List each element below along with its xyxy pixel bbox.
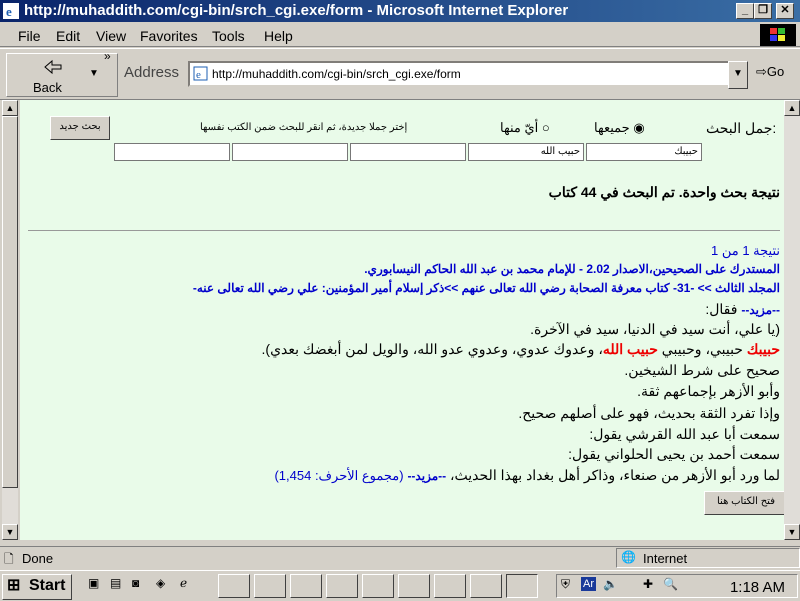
back-button[interactable]: Back ▼ [6, 53, 118, 97]
radio-empty-icon[interactable]: ○ [542, 120, 550, 135]
windows-start-icon: ⊞ [7, 577, 21, 594]
taskbar-app[interactable] [398, 574, 430, 598]
taskbar-app[interactable] [434, 574, 466, 598]
menu-file[interactable]: File [18, 28, 41, 44]
globe-icon: 🌐 [621, 550, 636, 564]
page-icon: e [193, 66, 208, 81]
chevron-more-icon[interactable]: » [104, 49, 111, 63]
menu-tools[interactable]: Tools [212, 28, 245, 44]
search-hint: إختر جملا جديدة، ثم انقر للبحث ضمن الكتب… [200, 122, 408, 133]
taskbar-app[interactable] [326, 574, 358, 598]
ie-quicklaunch-icon[interactable]: ℯ [180, 576, 198, 594]
result-line: وإذا تفرد الثقة بحديث، فهو على أصلهم صحي… [518, 405, 780, 421]
address-label: Address [124, 64, 180, 81]
menu-view[interactable]: View [96, 28, 126, 44]
menu-help[interactable]: Help [264, 28, 293, 44]
taskbar-app-active[interactable] [506, 574, 538, 598]
tray-icon[interactable]: ✚ [643, 577, 653, 591]
system-tray: ⛨ Ar 🔈 ✚ 🔍 1:18 AM [556, 574, 798, 598]
address-dropdown-button[interactable]: ▼ [728, 61, 748, 89]
left-scroll-down-icon[interactable]: ▼ [2, 524, 18, 540]
more-link[interactable]: --مزيد-- [741, 303, 780, 317]
char-count: (مجموع الأحرف: 1,454) [274, 468, 404, 483]
result-line: سمعت أبا عبد الله القرشي يقول: [589, 426, 780, 442]
go-button[interactable]: ⇨Go [756, 64, 784, 80]
taskbar-app[interactable] [470, 574, 502, 598]
quicklaunch-icon[interactable]: ▣ [88, 576, 106, 594]
magnifier-icon[interactable]: 🔍 [663, 577, 678, 591]
more-link-2[interactable]: --مزيد-- [407, 469, 446, 483]
book-path-link[interactable]: المجلد الثالث >> -31- كتاب معرفة الصحابة… [20, 281, 780, 295]
status-text: Done [22, 551, 54, 566]
taskbar-app[interactable] [218, 574, 250, 598]
quicklaunch-icon[interactable]: ◈ [156, 576, 174, 594]
window-title: http://muhaddith.com/cgi-bin/srch_cgi.ex… [24, 2, 569, 19]
status-bar: 🗋 Done 🌐 Internet [0, 546, 800, 569]
close-button[interactable]: ✕ [776, 3, 794, 19]
menu-bar: File Edit View Favorites Tools Help [0, 24, 800, 47]
windows-flag-icon [760, 24, 796, 46]
search-field-4[interactable] [232, 143, 348, 161]
scroll-down-icon[interactable]: ▼ [784, 524, 800, 540]
title-bar: e http://muhaddith.com/cgi-bin/srch_cgi.… [0, 0, 800, 22]
left-scrollbar[interactable]: ▲ ▼ [2, 100, 18, 540]
result-line: صحيح على شرط الشيخين. [624, 362, 780, 378]
svg-text:e: e [196, 69, 201, 81]
result-line: حبيبك حبيبي، وحبيبي حبيب الله، وعدوك عدو… [261, 341, 780, 357]
vertical-scrollbar[interactable]: ▲ ▼ [784, 100, 800, 540]
search-field-1[interactable]: حبيبك [586, 143, 702, 161]
svg-text:e: e [6, 4, 12, 19]
search-field-5[interactable] [114, 143, 230, 161]
quicklaunch-icon[interactable]: ▤ [110, 576, 128, 594]
result-summary: نتيجة بحث واحدة. تم البحث في 44 كتاب [548, 184, 780, 200]
taskbar: ⊞ Start ▣ ▤ ◙ ◈ ℯ ⛨ Ar 🔈 ✚ 🔍 1:18 AM [0, 570, 800, 601]
taskbar-app[interactable] [290, 574, 322, 598]
menu-edit[interactable]: Edit [56, 28, 80, 44]
clock: 1:18 AM [729, 579, 785, 596]
address-input[interactable]: e http://muhaddith.com/cgi-bin/srch_cgi.… [188, 61, 732, 87]
scroll-thumb[interactable] [2, 116, 18, 488]
search-label: جمل البحث: [706, 120, 777, 136]
divider [28, 230, 780, 231]
result-counter: نتيجة 1 من 1 [711, 243, 780, 258]
taskbar-app[interactable] [362, 574, 394, 598]
highlight-term: حبيبك [746, 341, 780, 357]
maximize-button[interactable]: ❐ [754, 3, 772, 19]
shield-icon[interactable]: ⛨ [561, 577, 570, 592]
result-line: وأبو الأزهر بإجماعهم ثقة. [637, 383, 780, 399]
new-search-button[interactable]: بحث جديد [50, 116, 110, 140]
back-arrow-icon [44, 59, 62, 75]
go-arrow-icon: ⇨ [756, 64, 767, 79]
search-field-3[interactable] [350, 143, 466, 161]
result-line: --مزيد-- فقال: [705, 301, 780, 317]
radio-all[interactable]: ◉ جميعها [594, 120, 645, 136]
open-book-button[interactable]: فتح الكتاب هنا [704, 491, 788, 515]
zone-panel: 🌐 Internet [616, 548, 800, 568]
page-done-icon: 🗋 [4, 552, 14, 566]
start-button[interactable]: ⊞ Start [2, 574, 72, 600]
speaker-icon[interactable]: 🔈 [603, 577, 618, 591]
taskbar-app[interactable] [254, 574, 286, 598]
radio-any[interactable]: ○ أيّ منها [500, 120, 550, 136]
scroll-up-icon[interactable]: ▲ [784, 100, 800, 116]
search-field-2[interactable]: حبيب الله [468, 143, 584, 161]
quicklaunch-icon[interactable]: ◙ [132, 576, 150, 594]
menu-favorites[interactable]: Favorites [140, 28, 198, 44]
zone-text: Internet [643, 551, 688, 566]
result-line: سمعت أحمد بن يحيى الحلواني يقول: [568, 446, 780, 462]
left-scroll-up-icon[interactable]: ▲ [2, 100, 18, 116]
result-line: (يا علي، أنت سيد في الدنيا، سيد في الآخر… [530, 321, 780, 337]
radio-selected-icon[interactable]: ◉ [633, 120, 644, 135]
result-line: لما ورد أبو الأزهر من صنعاء، وذاكر أهل ب… [274, 467, 780, 483]
book-title: المستدرك على الصحيحين،الاصدار 2.02 - للإ… [364, 262, 780, 276]
ie-logo-icon: e [3, 3, 19, 19]
language-indicator[interactable]: Ar [581, 577, 596, 591]
minimize-button[interactable]: _ [736, 3, 754, 19]
back-dropdown-icon[interactable]: ▼ [89, 68, 99, 79]
highlight-term: حبيب الله [602, 341, 658, 357]
